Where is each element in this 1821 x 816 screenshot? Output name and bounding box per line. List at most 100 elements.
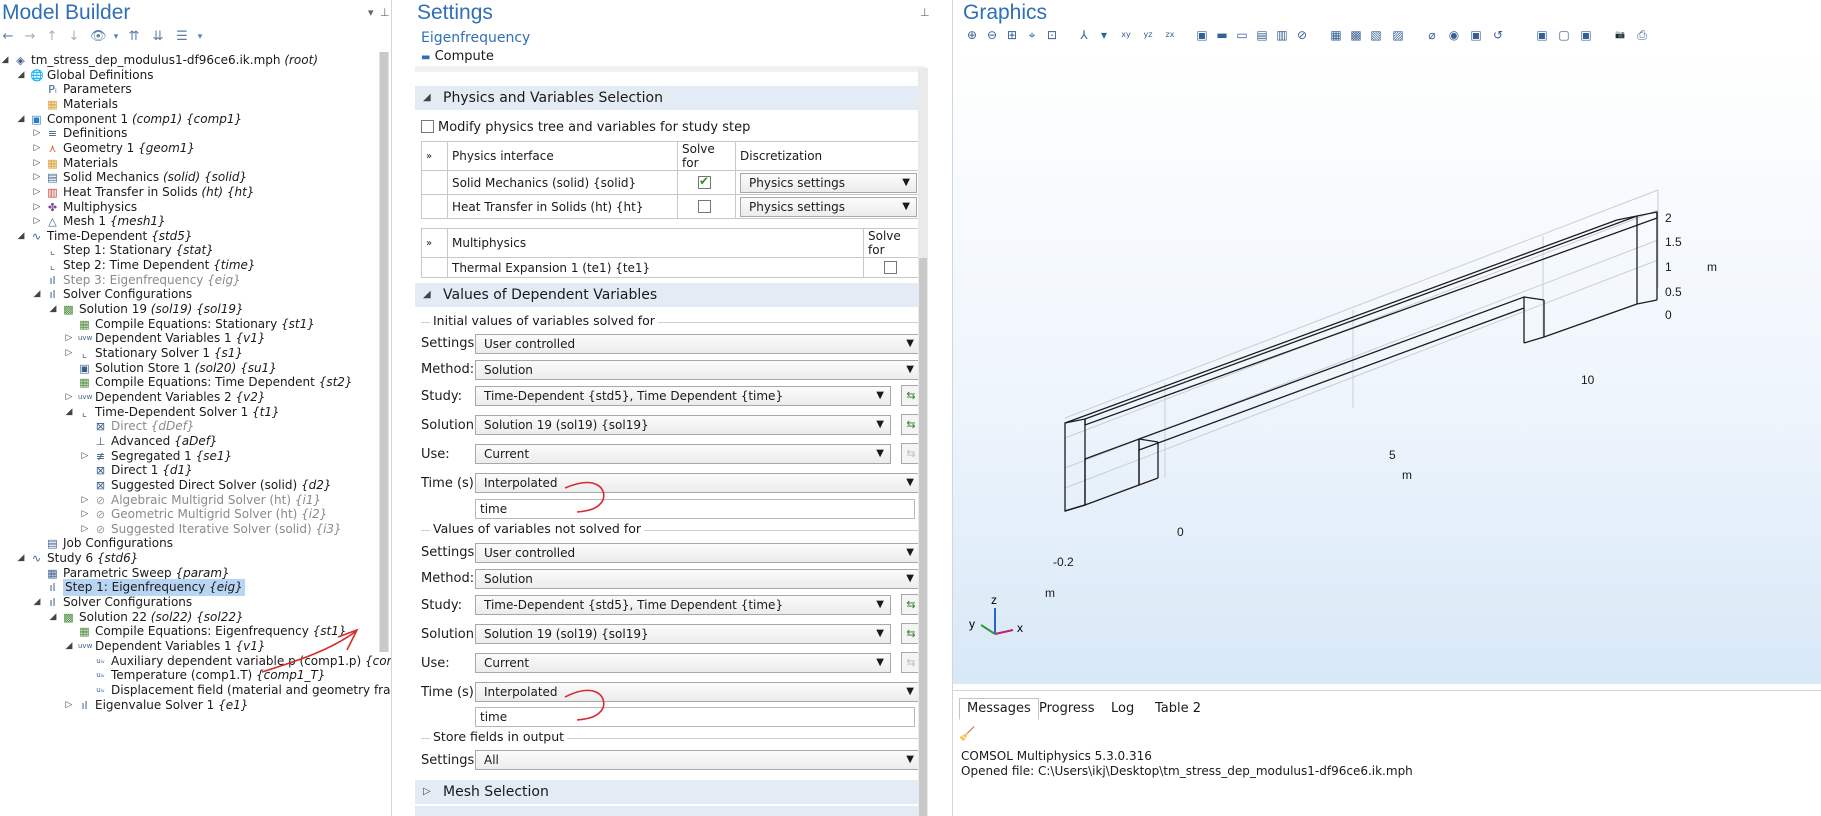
- render-icon[interactable]: ▩: [1347, 26, 1365, 44]
- compute-button[interactable]: ▬ Compute: [421, 49, 494, 64]
- zoom-in-icon[interactable]: ⊕: [963, 26, 981, 44]
- globe-icon: 🌐: [30, 68, 44, 82]
- y-tick-label: 0: [1177, 525, 1184, 539]
- discretization-select[interactable]: Physics settings ▼: [740, 172, 917, 193]
- forward-icon[interactable]: →: [22, 29, 38, 45]
- store-settings-select[interactable]: All ▼: [475, 750, 921, 770]
- table-row[interactable]: Heat Transfer in Solids (ht) {ht} Physic…: [421, 194, 922, 219]
- initial-settings-select[interactable]: User controlled ▼: [475, 334, 921, 354]
- zoom-selected-icon[interactable]: ⌖: [1023, 26, 1041, 44]
- study-label: Study:: [421, 598, 462, 613]
- view-3-icon[interactable]: ▣: [1577, 26, 1595, 44]
- show-icon[interactable]: 👁: [90, 29, 107, 45]
- list-dropdown-icon[interactable]: ▾: [192, 29, 208, 45]
- back-icon[interactable]: ←: [0, 29, 16, 45]
- go-to-view-icon[interactable]: ⅄: [1075, 26, 1093, 44]
- chevron-down-icon: ▼: [906, 338, 914, 349]
- study-icon: ∿: [31, 229, 42, 243]
- parametric-sweep-icon: ▦: [47, 566, 58, 580]
- discretization-select[interactable]: Physics settings ▼: [740, 196, 917, 217]
- chevron-down-icon: ▼: [876, 419, 884, 430]
- settings-scrollbar[interactable]: [918, 68, 928, 816]
- modify-physics-checkbox[interactable]: Modify physics tree and variables for st…: [421, 120, 750, 135]
- select-point-icon[interactable]: ▤: [1253, 26, 1271, 44]
- zoom-box-icon[interactable]: ⊞: [1003, 26, 1021, 44]
- x-tick-label: 5: [1389, 448, 1396, 462]
- camera-icon[interactable]: 📷: [1611, 26, 1629, 44]
- transparency-icon[interactable]: ▧: [1367, 26, 1385, 44]
- notsolved-method-select[interactable]: Solution ▼: [475, 569, 921, 589]
- move-down-icon[interactable]: ↓: [66, 29, 82, 45]
- physics-name: Solid Mechanics (solid) {solid}: [447, 170, 678, 195]
- solution-label: Solution:: [421, 627, 479, 642]
- dependent-variables-icon: uvw: [78, 642, 93, 650]
- tree-scrollbar[interactable]: [379, 52, 389, 652]
- values-section-header[interactable]: ◢ Values of Dependent Variables: [415, 283, 925, 307]
- zoom-extents-icon[interactable]: ⊡: [1043, 26, 1061, 44]
- select-all-icon[interactable]: ▥: [1273, 26, 1291, 44]
- panel-menu-icon[interactable]: ▾: [368, 6, 374, 19]
- axis-triad: z y x: [969, 593, 1023, 635]
- y-unit-label: m: [1045, 586, 1055, 600]
- refresh-icon[interactable]: ↺: [1489, 26, 1507, 44]
- header-solve-for: Solve for: [677, 141, 736, 171]
- list-icon[interactable]: ☰: [174, 29, 190, 45]
- select-edge-icon[interactable]: ▭: [1233, 26, 1251, 44]
- view-dropdown-icon[interactable]: ▾: [1095, 26, 1113, 44]
- show-icon[interactable]: ◉: [1445, 26, 1463, 44]
- view-2-icon[interactable]: ▢: [1555, 26, 1573, 44]
- zoom-out-icon[interactable]: ⊖: [983, 26, 1001, 44]
- scene-light-icon[interactable]: ▣: [1467, 26, 1485, 44]
- initial-method-select[interactable]: Solution ▼: [475, 360, 921, 380]
- clear-selection-icon[interactable]: ⊘: [1293, 26, 1311, 44]
- yz-view-icon[interactable]: yz: [1139, 26, 1157, 44]
- expand-icon[interactable]: ▷: [64, 697, 74, 714]
- definitions-icon: ≡: [47, 127, 58, 141]
- tab-table-2[interactable]: Table 2: [1147, 698, 1209, 720]
- wireframe-icon[interactable]: ▦: [1327, 26, 1345, 44]
- select-boundary-icon[interactable]: ▬: [1213, 26, 1231, 44]
- tree-item[interactable]: ▷ ıl Eigenvalue Solver 1 {e1}: [0, 697, 388, 714]
- notsolved-use-select[interactable]: Current ▼: [475, 653, 891, 673]
- axis-labels: 2 1.5 1 0.5 0 m 10 5 m 0 -0.2 m: [1045, 211, 1717, 600]
- tab-progress[interactable]: Progress: [1031, 698, 1102, 720]
- solve-for-checkbox[interactable]: [677, 170, 736, 195]
- table-row[interactable]: Thermal Expansion 1 (te1) {te1}: [421, 257, 922, 278]
- initial-time-input[interactable]: time: [475, 499, 915, 519]
- physics-section-header[interactable]: ◢ Physics and Variables Selection: [415, 86, 925, 110]
- xy-view-icon[interactable]: xy: [1117, 26, 1135, 44]
- initial-time-select[interactable]: Interpolated ▼: [475, 473, 921, 493]
- initial-solution-select[interactable]: Solution 19 (sol19) {sol19} ▼: [475, 415, 891, 435]
- tab-log[interactable]: Log: [1103, 698, 1142, 720]
- show-dropdown-icon[interactable]: ▾: [108, 29, 124, 45]
- hide-icon[interactable]: ⌀: [1423, 26, 1441, 44]
- iterative-icon: ⊘: [95, 493, 106, 507]
- tab-messages[interactable]: Messages: [959, 698, 1039, 720]
- expand-all-icon[interactable]: ⇈: [126, 29, 142, 45]
- select-domain-icon[interactable]: ▣: [1193, 26, 1211, 44]
- initial-use-select[interactable]: Current ▼: [475, 444, 891, 464]
- mesh-section-header[interactable]: ▷ Mesh Selection: [415, 780, 925, 804]
- zx-view-icon[interactable]: zx: [1161, 26, 1179, 44]
- move-up-icon[interactable]: ↑: [44, 29, 60, 45]
- notsolved-study-select[interactable]: Time-Dependent {std5}, Time Dependent {t…: [475, 595, 891, 615]
- clear-messages-icon[interactable]: 🧹: [959, 727, 975, 742]
- solve-for-checkbox[interactable]: [863, 257, 922, 278]
- settings-pin-icon[interactable]: ⊥: [920, 6, 930, 19]
- table-row[interactable]: Solid Mechanics (solid) {solid} Physics …: [421, 170, 922, 195]
- graphics-viewport[interactable]: 2 1.5 1 0.5 0 m 10 5 m 0 -0.2 m z y x: [953, 48, 1821, 684]
- header-multiphysics: Multiphysics: [447, 228, 864, 258]
- initial-study-select[interactable]: Time-Dependent {std5}, Time Dependent {t…: [475, 386, 891, 406]
- view-1-icon[interactable]: ▣: [1533, 26, 1551, 44]
- notsolved-solution-select[interactable]: Solution 19 (sol19) {sol19} ▼: [475, 624, 891, 644]
- reset-icon[interactable]: ▨: [1389, 26, 1407, 44]
- chevron-down-icon: ▼: [906, 754, 914, 765]
- step-stationary-icon: ⌞: [49, 244, 56, 258]
- notsolved-settings-select[interactable]: User controlled ▼: [475, 543, 921, 563]
- notsolved-time-select[interactable]: Interpolated ▼: [475, 682, 921, 702]
- notsolved-time-input[interactable]: time: [475, 707, 915, 727]
- pin-icon[interactable]: ⊥: [380, 6, 390, 19]
- solve-for-checkbox[interactable]: [677, 194, 736, 219]
- print-icon[interactable]: ⎙: [1633, 26, 1651, 44]
- collapse-all-icon[interactable]: ⇊: [150, 29, 166, 45]
